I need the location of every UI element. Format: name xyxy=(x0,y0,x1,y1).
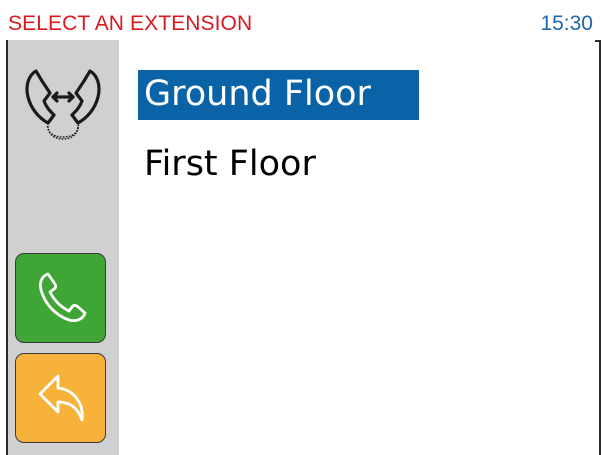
handset-transfer-icon xyxy=(22,65,104,143)
call-button[interactable] xyxy=(15,253,106,343)
right-border xyxy=(599,40,601,455)
screen-title: SELECT AN EXTENSION xyxy=(8,12,253,35)
sidebar xyxy=(8,40,119,455)
clock: 15:30 xyxy=(540,12,593,35)
phone-icon xyxy=(39,272,87,322)
intercom-screen: SELECT AN EXTENSION 15:30 Ground Floor F… xyxy=(0,0,603,455)
back-button[interactable] xyxy=(15,353,106,443)
status-bar: SELECT AN EXTENSION 15:30 xyxy=(0,0,603,40)
extension-list: Ground Floor First Floor xyxy=(119,40,599,455)
back-arrow-icon xyxy=(38,374,84,422)
extension-item-ground-floor[interactable]: Ground Floor xyxy=(138,70,419,120)
extension-item-first-floor[interactable]: First Floor xyxy=(138,140,316,190)
